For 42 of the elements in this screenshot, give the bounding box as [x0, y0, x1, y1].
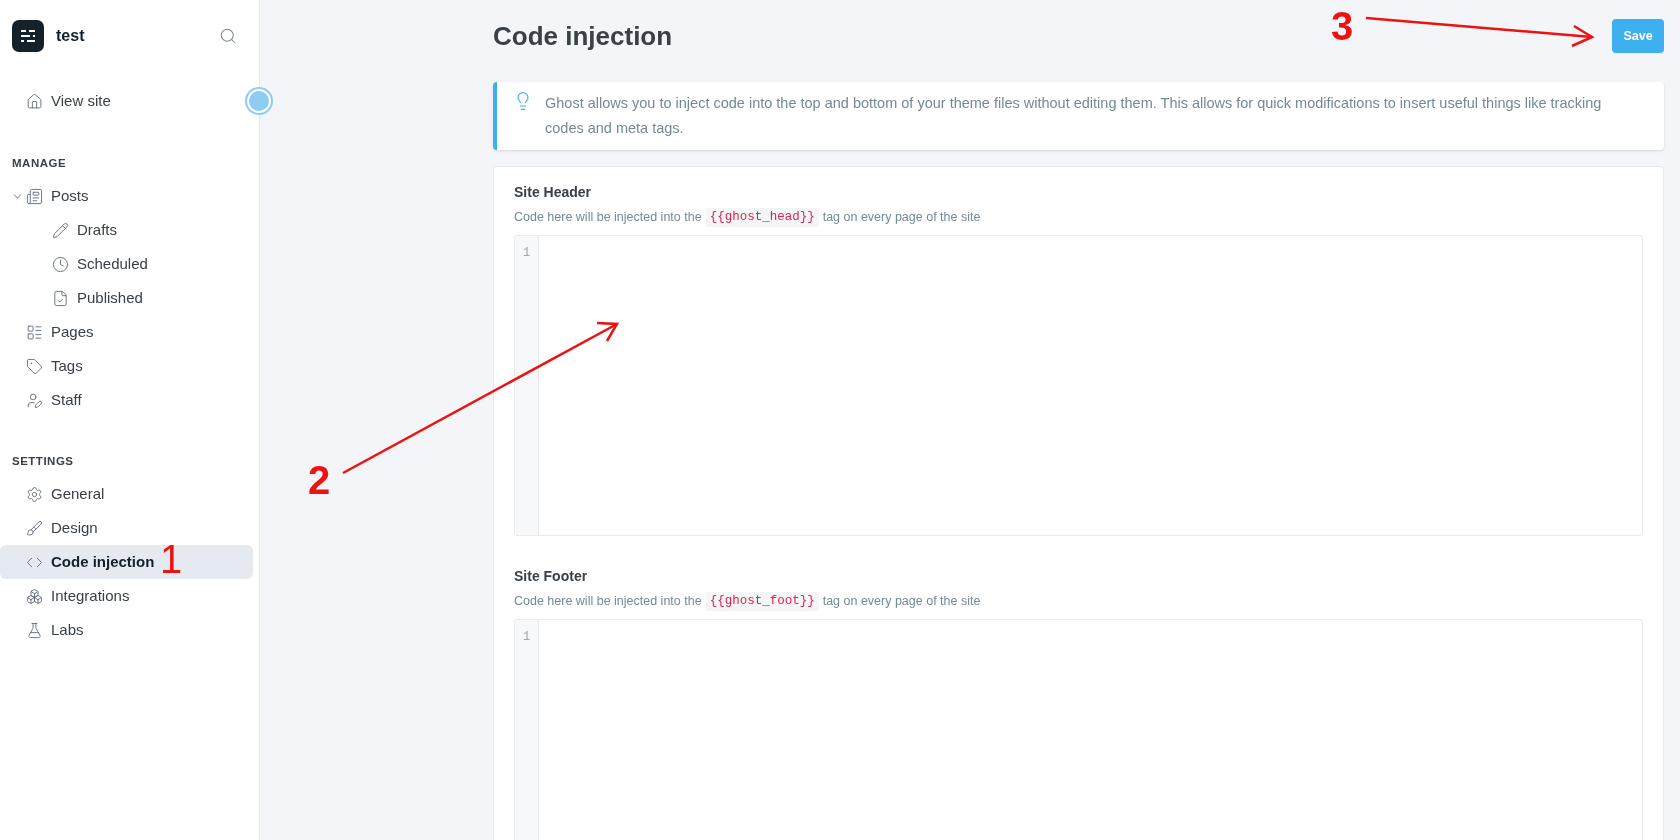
- document-icon: [26, 187, 43, 205]
- code-tag: {{ghost_foot}}: [705, 591, 819, 611]
- section-heading: SETTINGS: [11, 454, 75, 470]
- hint-text: tag on every page of the site: [822, 209, 981, 226]
- line-number: 1: [522, 244, 531, 262]
- sidebar-item[interactable]: General: [0, 477, 253, 511]
- site-name: test: [56, 26, 85, 46]
- annotation-number: 3: [1331, 6, 1354, 46]
- flask-icon: [26, 621, 43, 639]
- list-icon: [26, 323, 43, 341]
- section-title: Site Header: [514, 183, 593, 202]
- sidebar-item[interactable]: View site: [0, 84, 222, 118]
- hint-text: Code here will be injected into the: [514, 592, 702, 610]
- brush-icon: [26, 519, 43, 537]
- line-number: 1: [522, 628, 531, 646]
- hint-text: tag on every page of the site: [822, 592, 981, 610]
- sidebar-item[interactable]: Published: [0, 281, 253, 315]
- sidebar-item[interactable]: Scheduled: [0, 247, 253, 281]
- document-check-icon: [52, 289, 69, 307]
- sidebar-item[interactable]: Tags: [0, 349, 253, 383]
- section-title: Site Footer: [514, 566, 589, 586]
- hint-text: Code here will be injected into the: [514, 209, 702, 226]
- clock-icon: [52, 255, 69, 273]
- annotation-number: 2: [308, 460, 331, 500]
- boxes-icon: [26, 587, 43, 605]
- user-pen-icon: [26, 391, 43, 409]
- settings-icon: [26, 485, 43, 503]
- code-tag: {{ghost_head}}: [705, 208, 819, 227]
- info-text: Ghost allows you to inject code into the top and bottom of your theme files without editing them. This allows for quick modifications to insert useful things like tracking codes and meta tags.: [545, 94, 1603, 138]
- tag-icon: [26, 357, 43, 375]
- home-icon: [26, 92, 43, 110]
- sidebar-item[interactable]: Integrations: [0, 579, 253, 613]
- sidebar-item[interactable]: Pages: [0, 315, 253, 349]
- page-title: Code injection: [493, 19, 673, 53]
- sidebar-item[interactable]: Labs: [0, 613, 253, 647]
- sidebar-item[interactable]: Staff: [0, 383, 253, 417]
- section-heading: MANAGE: [11, 156, 68, 172]
- logo-icon: [12, 20, 44, 52]
- sidebar-item[interactable]: Drafts: [0, 213, 253, 247]
- search-icon[interactable]: [219, 27, 237, 45]
- sidebar-item[interactable]: Posts: [0, 179, 253, 213]
- pencil-icon: [52, 221, 69, 239]
